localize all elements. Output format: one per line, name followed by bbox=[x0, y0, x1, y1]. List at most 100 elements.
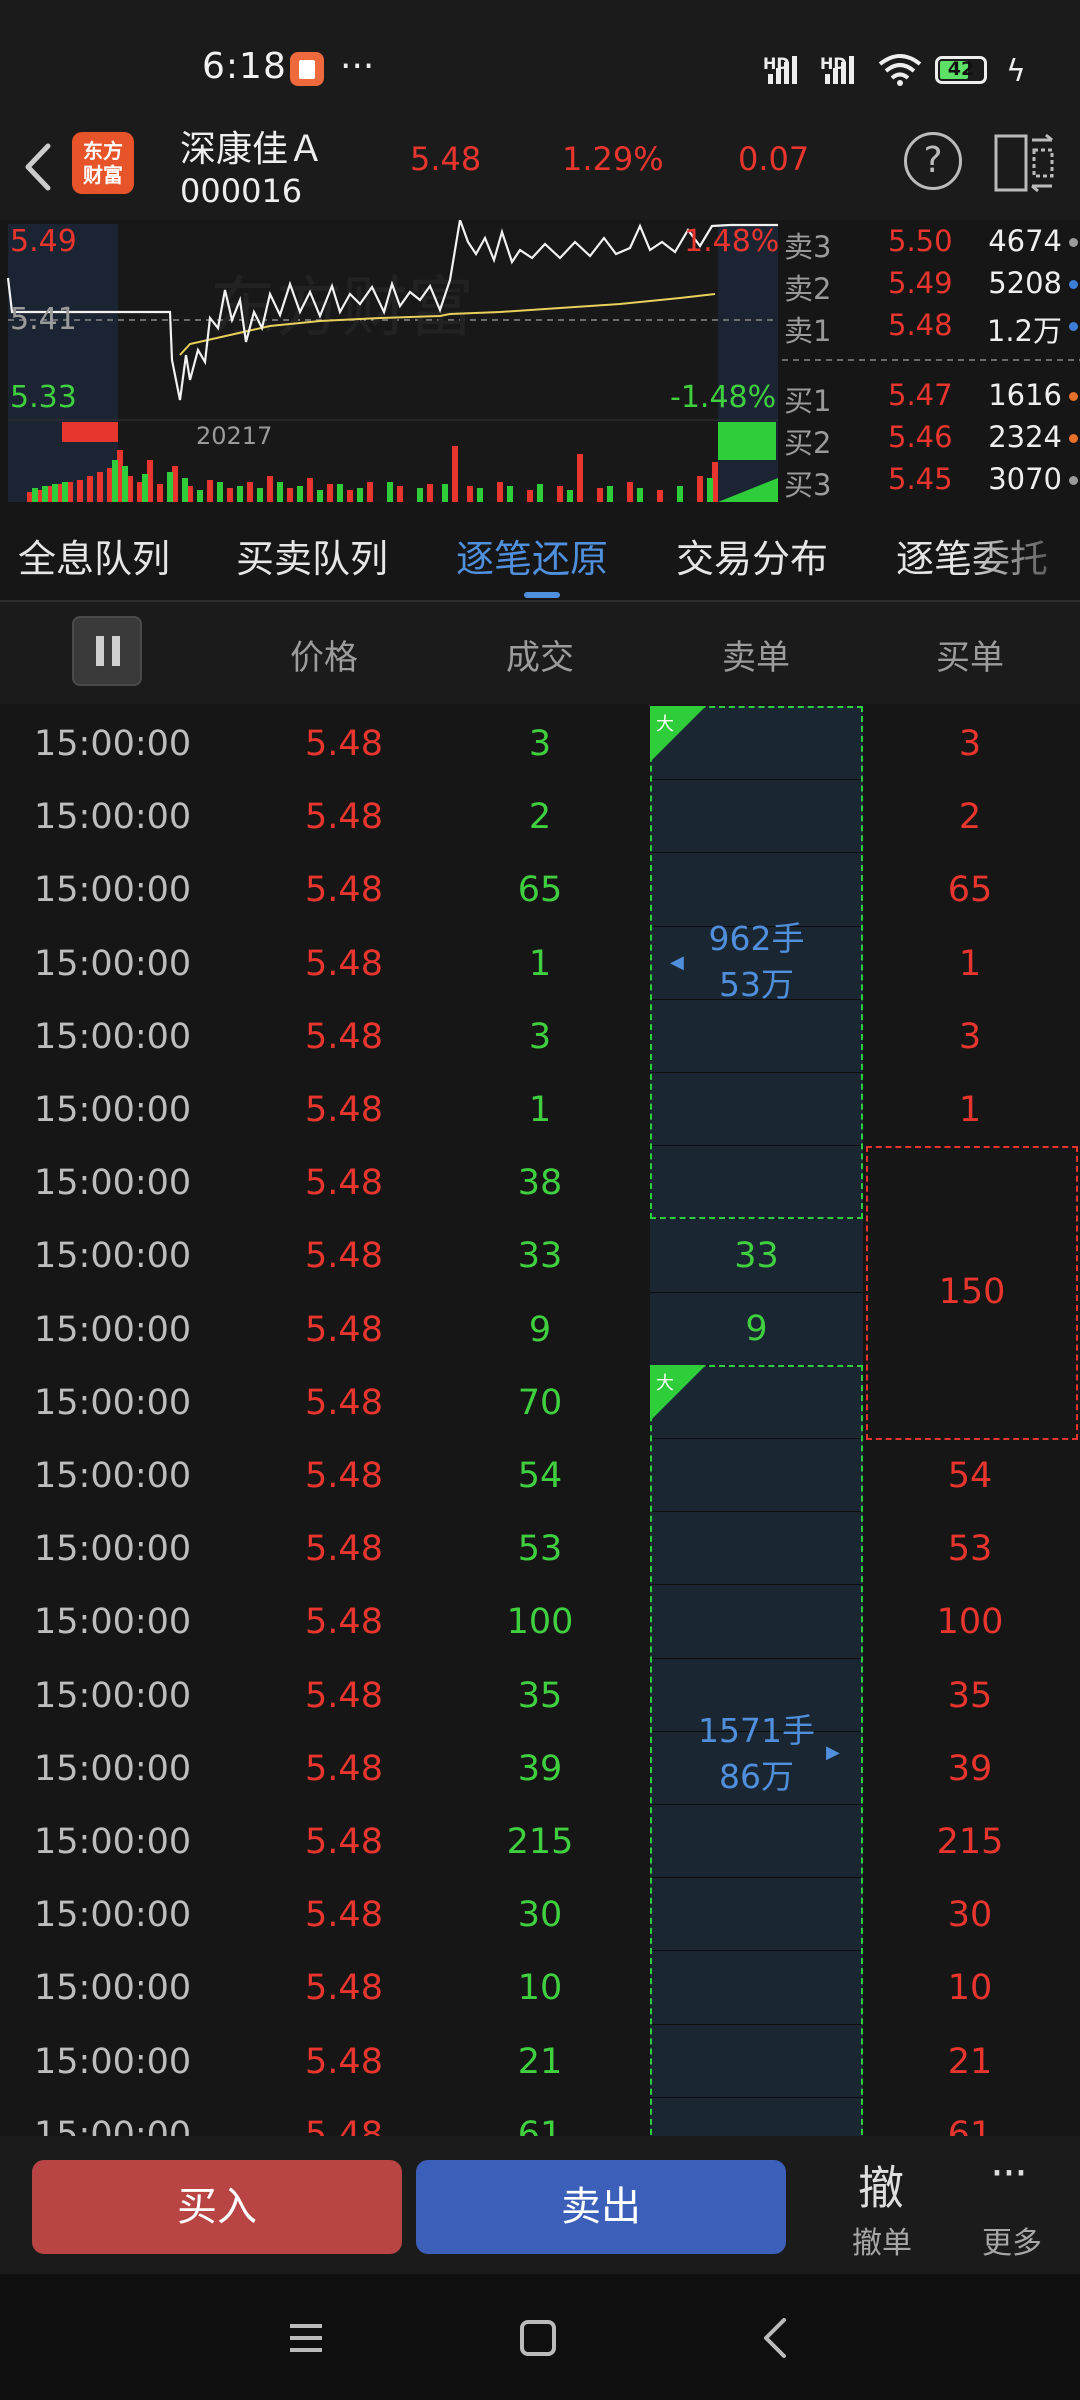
ask-dot-icon bbox=[1069, 238, 1078, 247]
table-row: 15:00:00 5.48 1 1 bbox=[0, 1072, 1080, 1145]
trade-time: 15:00:00 bbox=[34, 1163, 192, 1203]
trade-time: 15:00:00 bbox=[34, 1895, 192, 1935]
ask-volume: 1.2万 bbox=[986, 314, 1062, 348]
ask-row-3: 卖3 5.50 4674 bbox=[784, 224, 1080, 264]
trade-price: 5.48 bbox=[305, 870, 383, 910]
bid-dot-icon bbox=[1069, 392, 1078, 401]
trade-time: 15:00:00 bbox=[34, 1090, 192, 1130]
trade-buy-order: 39 bbox=[947, 1749, 993, 1789]
trade-time: 15:00:00 bbox=[34, 870, 192, 910]
trade-volume: 33 bbox=[517, 1236, 563, 1276]
charging-icon: ϟ bbox=[1006, 54, 1026, 89]
table-row: 15:00:00 5.48 3 3 bbox=[0, 999, 1080, 1072]
bid-volume: 3070 bbox=[988, 462, 1062, 496]
chart-price-mid: 5.41 bbox=[10, 302, 77, 337]
trade-volume: 2 bbox=[528, 797, 552, 837]
trade-time: 15:00:00 bbox=[34, 1383, 192, 1423]
trade-buy-order: 30 bbox=[947, 1895, 993, 1935]
table-row: 15:00:00 5.48 215 215 bbox=[0, 1804, 1080, 1877]
change-amount: 0.07 bbox=[738, 140, 810, 178]
trade-buy-order: 21 bbox=[947, 2042, 993, 2082]
tab-full-queue[interactable]: 全息队列 bbox=[18, 528, 170, 583]
table-row: 15:00:00 5.48 53 53 bbox=[0, 1511, 1080, 1584]
back-arrow-icon[interactable] bbox=[14, 132, 64, 202]
trade-time: 15:00:00 bbox=[34, 944, 192, 984]
trade-price: 5.48 bbox=[305, 1163, 383, 1203]
bid-row-1: 买1 5.47 1616 bbox=[784, 378, 1080, 418]
chart-post-session-bg bbox=[718, 224, 778, 502]
trade-price: 5.48 bbox=[305, 1383, 383, 1423]
status-time: 6:18 bbox=[202, 46, 287, 87]
buy-button[interactable]: 买入 bbox=[32, 2160, 402, 2254]
bid-row-3: 买3 5.45 3070 bbox=[784, 462, 1080, 502]
trade-price: 5.48 bbox=[305, 1822, 383, 1862]
trade-buy-order: 1 bbox=[958, 944, 982, 984]
trade-buy-order: 100 bbox=[936, 1602, 1004, 1642]
ask-row-1: 卖1 5.48 1.2万 bbox=[784, 308, 1080, 348]
recent-apps-icon[interactable] bbox=[286, 2318, 326, 2358]
trade-time: 15:00:00 bbox=[34, 1822, 192, 1862]
cancel-order-icon[interactable]: 撤 bbox=[858, 2152, 904, 2218]
trade-volume: 39 bbox=[517, 1749, 563, 1789]
trade-buy-order: 3 bbox=[958, 724, 982, 764]
trade-volume: 30 bbox=[517, 1895, 563, 1935]
table-row: 15:00:00 5.48 61 61 bbox=[0, 2097, 1080, 2136]
intraday-chart[interactable]: 东方财富 5.49 5.41 5.33 1.48% -1.48% 20217 卖… bbox=[0, 220, 1080, 508]
table-row: 15:00:00 5.48 65 65 bbox=[0, 852, 1080, 925]
chart-pre-session-bg bbox=[8, 224, 118, 502]
col-price: 价格 bbox=[290, 638, 358, 678]
nav-back-icon[interactable] bbox=[756, 2316, 796, 2360]
trade-price: 5.48 bbox=[305, 1749, 383, 1789]
trade-time: 15:00:00 bbox=[34, 1310, 192, 1350]
table-row: 15:00:00 5.48 21 21 bbox=[0, 2024, 1080, 2097]
ask-price: 5.49 bbox=[888, 266, 953, 300]
table-row: 15:00:00 5.48 2 2 bbox=[0, 779, 1080, 852]
table-row: 15:00:00 5.48 35 35 bbox=[0, 1658, 1080, 1731]
trade-buy-order: 61 bbox=[947, 2115, 993, 2136]
trade-price: 5.48 bbox=[305, 1968, 383, 2008]
ask-row-2: 卖2 5.49 5208 bbox=[784, 266, 1080, 306]
ask-volume: 5208 bbox=[988, 266, 1062, 300]
more-label[interactable]: 更多 bbox=[982, 2218, 1042, 2262]
home-icon[interactable] bbox=[518, 2318, 558, 2358]
trade-volume: 53 bbox=[517, 1529, 563, 1569]
table-row: 15:00:00 5.48 30 30 bbox=[0, 1877, 1080, 1950]
cell-divider bbox=[650, 1292, 863, 1293]
trade-column-header: 价格 成交 卖单 买单 bbox=[0, 602, 1080, 704]
expand-right-arrow-icon[interactable]: ▶ bbox=[826, 1742, 840, 1763]
trade-volume: 54 bbox=[517, 1456, 563, 1496]
ask-dot-icon bbox=[1069, 322, 1078, 331]
trade-price: 5.48 bbox=[305, 1310, 383, 1350]
tab-tick-restore[interactable]: 逐笔还原 bbox=[456, 528, 608, 583]
help-icon[interactable]: ? bbox=[904, 132, 962, 190]
col-sell-order: 卖单 bbox=[722, 638, 790, 678]
trade-price: 5.48 bbox=[305, 1529, 383, 1569]
sell-button[interactable]: 卖出 bbox=[416, 2160, 786, 2254]
trade-time: 15:00:00 bbox=[34, 1236, 192, 1276]
tab-bid-ask-queue[interactable]: 买卖队列 bbox=[236, 528, 388, 583]
stock-name: 深康佳Ａ bbox=[180, 129, 325, 170]
cancel-order-label[interactable]: 撤单 bbox=[852, 2218, 912, 2262]
ask-label: 卖2 bbox=[784, 272, 832, 306]
pause-button[interactable] bbox=[72, 616, 142, 686]
trade-price: 5.48 bbox=[305, 2115, 383, 2136]
app-logo: 东方 财富 bbox=[72, 132, 134, 194]
table-row: 15:00:00 5.48 3 3 bbox=[0, 706, 1080, 779]
trade-time: 15:00:00 bbox=[34, 1968, 192, 2008]
collapse-left-arrow-icon[interactable]: ◀ bbox=[670, 952, 684, 973]
logo-text-2: 财富 bbox=[83, 163, 123, 187]
more-icon[interactable]: ··· bbox=[990, 2148, 1028, 2199]
tab-trade-distribution[interactable]: 交易分布 bbox=[676, 528, 828, 583]
bid-volume: 2324 bbox=[988, 420, 1062, 454]
trade-volume: 61 bbox=[517, 2115, 563, 2136]
chart-price-high: 5.49 bbox=[10, 224, 77, 259]
trade-volume: 1 bbox=[528, 1090, 552, 1130]
table-row: 15:00:00 5.48 39 39 bbox=[0, 1731, 1080, 1804]
logo-text-1: 东方 bbox=[83, 139, 123, 163]
bid-label: 买1 bbox=[784, 384, 832, 418]
switch-layout-icon[interactable] bbox=[994, 132, 1056, 194]
trade-list[interactable]: 15:00:00 5.48 3 3 15:00:00 5.48 2 2 15:00:00 5.48… bbox=[0, 706, 1080, 2136]
table-row: 15:00:00 5.48 10 10 bbox=[0, 1950, 1080, 2023]
trade-price: 5.48 bbox=[305, 1456, 383, 1496]
notification-app-icon bbox=[290, 52, 324, 86]
